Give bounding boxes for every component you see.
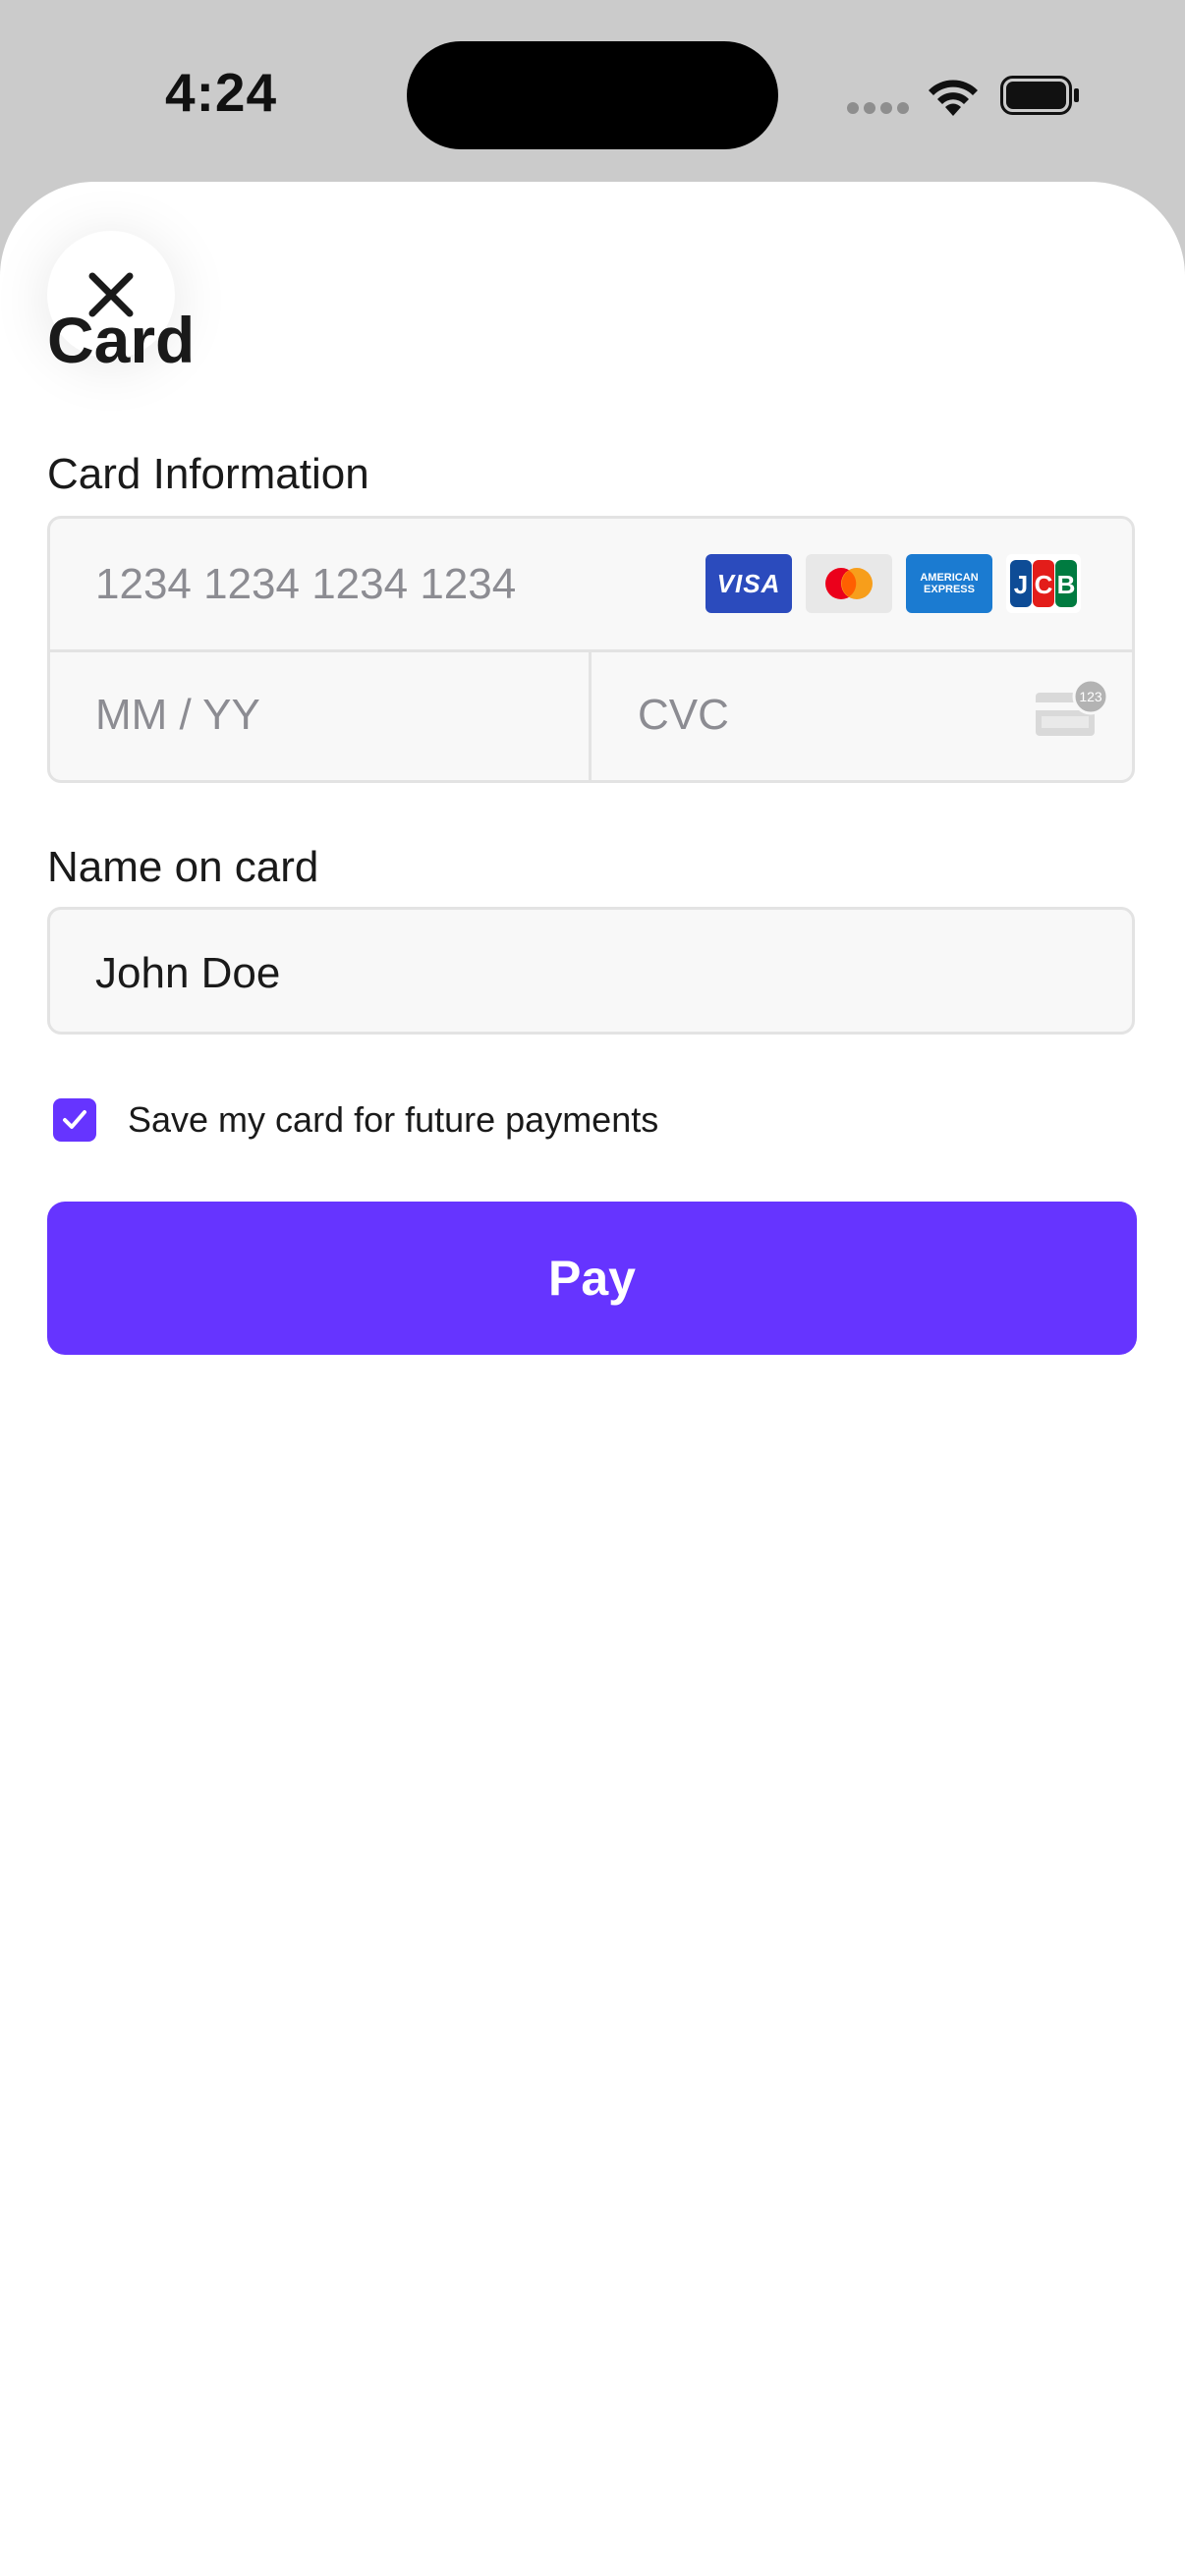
expiry-placeholder: MM / YY bbox=[95, 691, 260, 739]
status-bar: 4:24 bbox=[0, 0, 1185, 187]
amex-text-top: AMERICAN bbox=[920, 572, 979, 584]
mastercard-icon bbox=[806, 554, 892, 613]
amex-text-bottom: EXPRESS bbox=[924, 584, 975, 595]
cellular-signal-icon bbox=[847, 102, 909, 116]
svg-text:C: C bbox=[1035, 570, 1053, 599]
save-card-row[interactable]: Save my card for future payments bbox=[53, 1097, 658, 1143]
svg-text:B: B bbox=[1057, 570, 1076, 599]
save-card-checkbox[interactable] bbox=[53, 1098, 96, 1142]
dynamic-island bbox=[407, 41, 778, 149]
card-row-expiry-cvc: MM / YY CVC 123 bbox=[50, 649, 1132, 780]
save-card-label: Save my card for future payments bbox=[128, 1099, 659, 1140]
card-information-label: Card Information bbox=[47, 450, 369, 498]
cvc-placeholder: CVC bbox=[638, 691, 729, 739]
battery-icon bbox=[1000, 76, 1079, 115]
card-brands: VISA AMERICAN EXPRESS J C B bbox=[705, 554, 1081, 613]
expiry-field[interactable]: MM / YY bbox=[50, 649, 589, 780]
card-information-group: 1234 1234 1234 1234 VISA AMERICAN EXPRES… bbox=[47, 516, 1135, 783]
cvc-icon-text: 123 bbox=[1079, 689, 1102, 704]
jcb-icon: J C B bbox=[1006, 554, 1081, 613]
status-time: 4:24 bbox=[165, 62, 278, 123]
checkmark-icon bbox=[63, 1110, 86, 1129]
card-number-placeholder: 1234 1234 1234 1234 bbox=[95, 560, 517, 608]
wifi-icon bbox=[929, 80, 978, 116]
name-on-card-value: John Doe bbox=[95, 949, 281, 997]
pay-button[interactable]: Pay bbox=[47, 1202, 1137, 1355]
cvc-field[interactable]: CVC 123 bbox=[592, 649, 1132, 780]
card-number-field[interactable]: 1234 1234 1234 1234 VISA AMERICAN EXPRES… bbox=[50, 519, 1132, 652]
name-on-card-label: Name on card bbox=[47, 843, 319, 891]
svg-text:J: J bbox=[1014, 570, 1028, 599]
visa-icon: VISA bbox=[705, 554, 792, 613]
page-title: Card bbox=[47, 304, 196, 376]
name-on-card-field[interactable]: John Doe bbox=[47, 907, 1135, 1035]
cvc-card-icon: 123 bbox=[1036, 679, 1109, 736]
amex-icon: AMERICAN EXPRESS bbox=[906, 554, 992, 613]
